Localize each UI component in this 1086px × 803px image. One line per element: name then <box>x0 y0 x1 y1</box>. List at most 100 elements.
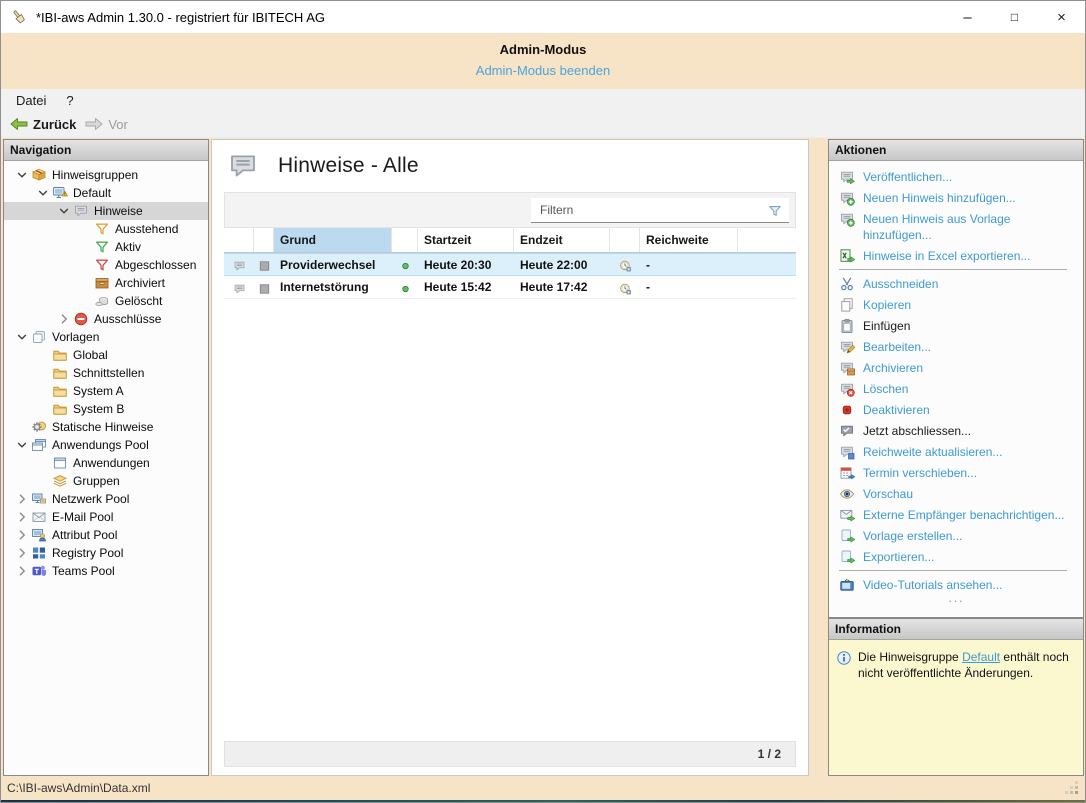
tree-item-global[interactable]: Global <box>4 346 208 364</box>
chevron-right-icon[interactable] <box>14 545 30 561</box>
column-header-endzeit[interactable]: Endzeit <box>514 228 610 252</box>
tree-item-ausschl-sse[interactable]: Ausschlüsse <box>4 310 208 328</box>
forward-arrow-icon <box>85 116 103 132</box>
status-bar: C:\IBI-aws\Admin\Data.xml <box>1 776 1085 800</box>
action-vorschau[interactable]: Vorschau <box>835 483 1079 504</box>
action-bearbeiten[interactable]: Bearbeiten... <box>835 336 1079 357</box>
action-l-schen[interactable]: Löschen <box>835 378 1079 399</box>
chevron-right-icon[interactable] <box>14 527 30 543</box>
table-row-internetst-rung[interactable]: Internetstörung Heute 15:42 Heute 17:42 - <box>224 276 796 299</box>
minimize-button[interactable]: – <box>944 1 991 33</box>
tree-item-statische-hinweise[interactable]: Statische Hinweise <box>4 418 208 436</box>
action-vorlage-erstellen[interactable]: Vorlage erstellen... <box>835 525 1079 546</box>
back-button[interactable]: Zurück <box>10 116 76 132</box>
default-group-icon <box>52 185 68 201</box>
chevron-right-icon[interactable] <box>14 509 30 525</box>
action-neuen-hinweis-hinzuf-gen[interactable]: Neuen Hinweis hinzufügen... <box>835 187 1079 208</box>
maximize-button[interactable]: □ <box>991 1 1038 33</box>
action-video-tutorials-ansehen[interactable]: Video-Tutorials ansehen... <box>835 574 1079 595</box>
tree-item-netzwerk-pool[interactable]: Netzwerk Pool <box>4 490 208 508</box>
teams-pool-icon <box>31 563 47 579</box>
tree-item-aktiv[interactable]: Aktiv <box>4 238 208 256</box>
column-header-reichweite[interactable]: Reichweite <box>640 228 738 252</box>
tree-item-archiviert[interactable]: Archiviert <box>4 274 208 292</box>
menu-item-[interactable]: ? <box>56 93 83 108</box>
action-jetzt-abschliessen[interactable]: Jetzt abschliessen... <box>835 420 1079 441</box>
back-button-label: Zurück <box>33 116 77 132</box>
tree-item-gruppen[interactable]: Gruppen <box>4 472 208 490</box>
chevron-down-icon[interactable] <box>14 329 30 345</box>
chevron-down-icon[interactable] <box>35 185 51 201</box>
filter-funnel-icon[interactable] <box>767 203 783 219</box>
email-pool-icon <box>31 509 47 525</box>
action-ausschneiden[interactable]: Ausschneiden <box>835 273 1079 294</box>
create-template-icon <box>839 528 855 544</box>
table-row-providerwechsel[interactable]: Providerwechsel Heute 20:30 Heute 22:00 - <box>224 253 796 276</box>
column-header-grund[interactable]: Grund <box>274 228 392 252</box>
action-einf-gen[interactable]: Einfügen <box>835 315 1079 336</box>
action-exportieren[interactable]: Exportieren... <box>835 546 1079 567</box>
action-ver-ffentlichen[interactable]: Veröffentlichen... <box>835 166 1079 187</box>
action-hinweise-in-excel-exportieren[interactable]: Hinweise in Excel exportieren... <box>835 245 1079 266</box>
tree-item-attribut-pool[interactable]: Attribut Pool <box>4 526 208 544</box>
action-neuen-hinweis-aus-vorlage-hinzuf-gen[interactable]: Neuen Hinweis aus Vorlage hinzufügen... <box>835 208 1079 245</box>
tree-item-system-b[interactable]: System B <box>4 400 208 418</box>
tree-item-default[interactable]: Default <box>4 184 208 202</box>
tree-item-vorlagen[interactable]: Vorlagen <box>4 328 208 346</box>
chevron-down-icon[interactable] <box>14 437 30 453</box>
tree-item-teams-pool[interactable]: Teams Pool <box>4 562 208 580</box>
action-termin-verschieben[interactable]: Termin verschieben... <box>835 462 1079 483</box>
cell-filler <box>738 254 796 275</box>
tree-item-ausstehend[interactable]: Ausstehend <box>4 220 208 238</box>
column-header-icon-0[interactable] <box>224 228 254 252</box>
navigation-panel-header: Navigation <box>4 140 208 161</box>
tree-item-anwendungs-pool[interactable]: Anwendungs Pool <box>4 436 208 454</box>
folder-icon <box>52 383 68 399</box>
chevron-right-icon[interactable] <box>14 563 30 579</box>
tree-item-anwendungen[interactable]: Anwendungen <box>4 454 208 472</box>
tree-item-gel-scht[interactable]: Gelöscht <box>4 292 208 310</box>
add-hint-template-icon <box>839 211 855 227</box>
deleted-icon <box>94 293 110 309</box>
close-button[interactable]: × <box>1038 1 1085 33</box>
resize-grip[interactable] <box>1065 781 1079 795</box>
cut-icon <box>839 276 855 292</box>
window-title: *IBI-aws Admin 1.30.0 - registriert für … <box>36 9 325 25</box>
admin-mode-exit-link[interactable]: Admin-Modus beenden <box>1 63 1085 78</box>
column-header-icon-6[interactable] <box>610 228 640 252</box>
column-header-icon-3[interactable] <box>392 228 418 252</box>
action-archivieren[interactable]: Archivieren <box>835 357 1079 378</box>
tree-item-registry-pool[interactable]: Registry Pool <box>4 544 208 562</box>
chevron-right-icon[interactable] <box>56 311 72 327</box>
tree-item-hinweisgruppen[interactable]: Hinweisgruppen <box>4 166 208 184</box>
tree-item-system-a[interactable]: System A <box>4 382 208 400</box>
menu-item-datei[interactable]: Datei <box>6 93 56 108</box>
chevron-down-icon[interactable] <box>14 167 30 183</box>
hints-page-icon <box>224 150 262 182</box>
column-header-startzeit[interactable]: Startzeit <box>418 228 514 252</box>
folder-icon <box>52 401 68 417</box>
action-label: Reichweite aktualisieren... <box>863 444 1003 459</box>
tree-item-label: E-Mail Pool <box>52 510 114 524</box>
export-icon <box>839 549 855 565</box>
action-label: Jetzt abschliessen... <box>863 423 972 438</box>
tree-item-schnittstellen[interactable]: Schnittstellen <box>4 364 208 382</box>
column-header-icon-1[interactable] <box>254 228 274 252</box>
action-kopieren[interactable]: Kopieren <box>835 294 1079 315</box>
application-window-icon <box>52 455 68 471</box>
forward-button[interactable]: Vor <box>85 116 128 132</box>
action-reichweite-aktualisieren[interactable]: Reichweite aktualisieren... <box>835 441 1079 462</box>
hint-groups-icon <box>31 167 47 183</box>
finish-now-icon <box>839 423 855 439</box>
table-header-row: Grund Startzeit Endzeit Reichweite <box>224 228 796 253</box>
action-externe-empf-nger-benachrichtigen[interactable]: Externe Empfänger benachrichtigen... <box>835 504 1079 525</box>
tree-item-abgeschlossen[interactable]: Abgeschlossen <box>4 256 208 274</box>
action-deaktivieren[interactable]: Deaktivieren <box>835 399 1079 420</box>
default-group-link[interactable]: Default <box>962 650 1000 664</box>
filter-input[interactable] <box>531 198 789 223</box>
chevron-right-icon[interactable] <box>14 491 30 507</box>
tree-item-e-mail-pool[interactable]: E-Mail Pool <box>4 508 208 526</box>
chevron-down-icon[interactable] <box>56 203 72 219</box>
tree-item-hinweise[interactable]: Hinweise <box>4 202 208 220</box>
